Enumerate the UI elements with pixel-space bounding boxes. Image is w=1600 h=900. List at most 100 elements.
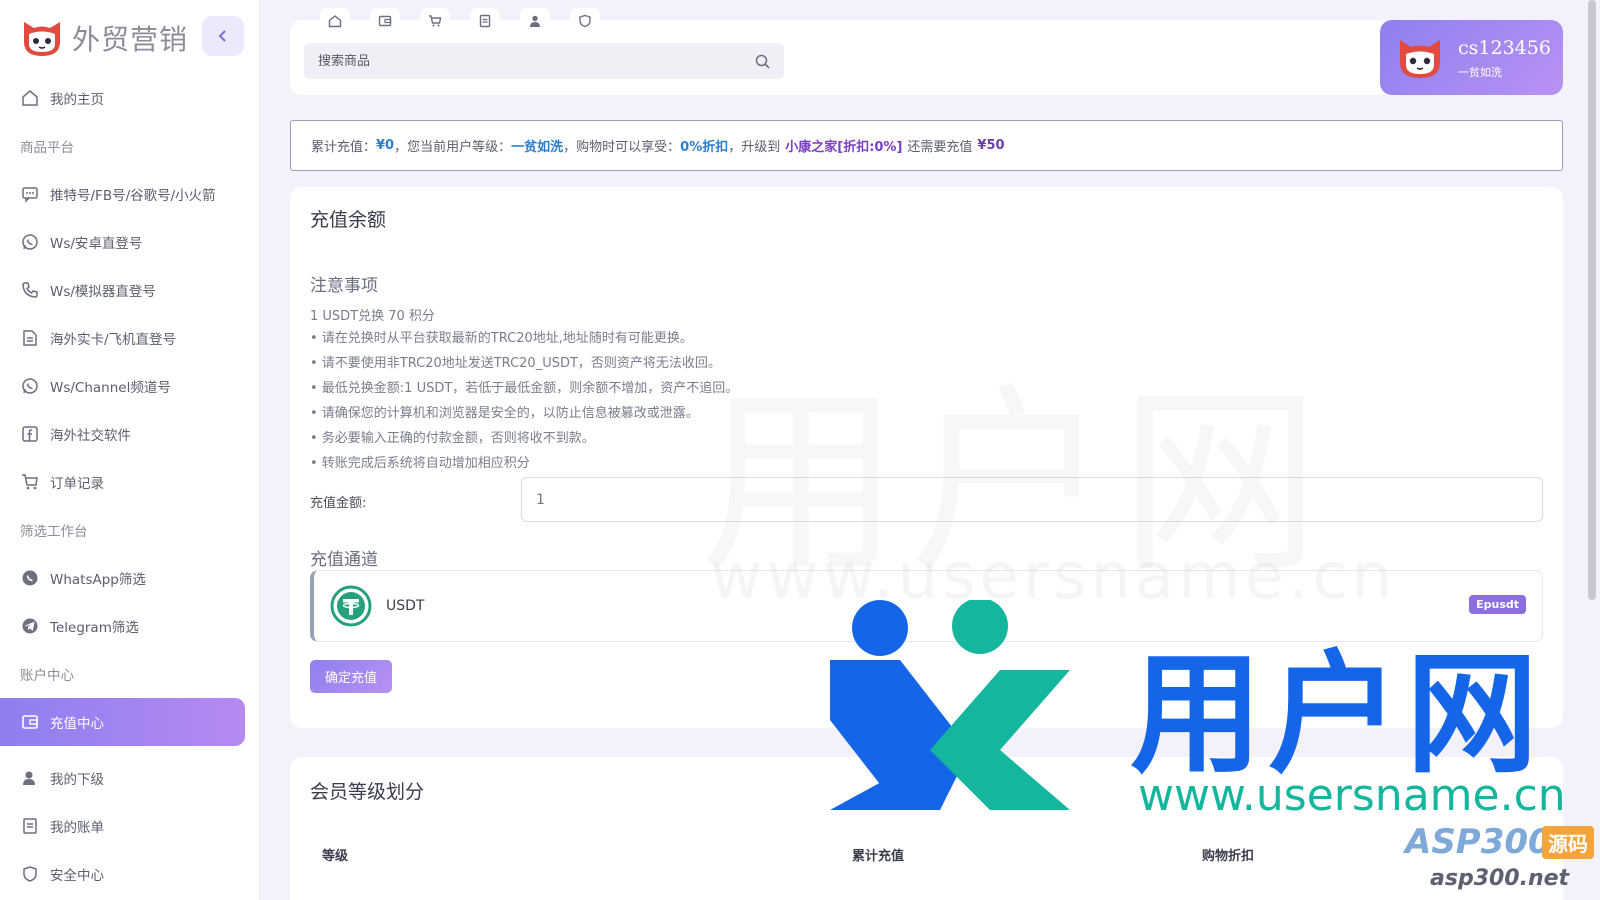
telegram-icon xyxy=(20,616,40,636)
channel-option-usdt[interactable]: USDT Epusdt xyxy=(310,570,1543,642)
sidebar-item-home[interactable]: 我的主页 xyxy=(0,74,260,122)
channel-badge: Epusdt xyxy=(1469,595,1526,614)
quick-wallet-button[interactable] xyxy=(370,8,400,34)
quick-shield-button[interactable] xyxy=(570,8,600,34)
sidebar-item-security[interactable]: 安全中心 xyxy=(0,850,260,898)
sidebar-item-orders[interactable]: 订单记录 xyxy=(0,458,260,506)
recharge-notice-bar: 累计充值： ¥0 ，您当前用户等级： 一贫如洗 ，购物时可以享受： 0%折扣 ，… xyxy=(290,120,1563,171)
sidebar-item-social-accounts[interactable]: 推特号/FB号/谷歌号/小火箭 xyxy=(0,170,260,218)
sidebar-item-label: WhatsApp筛选 xyxy=(50,572,146,588)
quick-user-button[interactable] xyxy=(520,8,550,34)
username: cs123456 xyxy=(1458,36,1551,59)
user-level: 一贫如洗 xyxy=(1458,65,1502,79)
quick-home-button[interactable] xyxy=(320,8,350,34)
notice-text: 还需要充值 xyxy=(907,140,973,155)
nav-section-products: 商品平台 xyxy=(20,140,74,156)
wallet-icon xyxy=(20,712,40,732)
channel-title: 充值通道 xyxy=(310,550,378,570)
sidebar-item-label: Ws/Channel频道号 xyxy=(50,380,171,396)
note-item: • 转账完成后系统将自动增加相应积分 xyxy=(310,456,530,471)
nav-section-filter: 筛选工作台 xyxy=(20,524,88,540)
note-item: • 请确保您的计算机和浏览器是安全的，以防止信息被篡改或泄露。 xyxy=(310,406,699,421)
search-icon[interactable] xyxy=(755,54,770,69)
sidebar-item-ws-android[interactable]: Ws/安卓直登号 xyxy=(0,218,260,266)
note-item: • 最低兑换金额:1 USDT，若低于最低金额，则余额不增加，资产不追回。 xyxy=(310,381,739,396)
sidebar-item-label: Ws/模拟器直登号 xyxy=(50,284,156,300)
sidebar-item-label: 海外社交软件 xyxy=(50,428,131,444)
quick-bill-button[interactable] xyxy=(470,8,500,34)
shield-icon xyxy=(20,864,40,884)
sidebar-item-label: 我的账单 xyxy=(50,820,104,836)
cat-logo-icon xyxy=(24,22,60,56)
notice-text: ，购物时可以享受： xyxy=(563,140,681,155)
notes-title: 注意事项 xyxy=(310,276,378,296)
user-info: cs123456 一贫如洗 xyxy=(1458,36,1551,80)
recharge-title: 充值余额 xyxy=(310,209,387,231)
message-icon xyxy=(20,184,40,204)
whatsapp-filled-icon xyxy=(20,568,40,588)
wallet-icon xyxy=(378,15,392,27)
sidebar-item-recharge[interactable]: 充值中心 xyxy=(0,698,245,746)
column-header-total-recharge: 累计充值 xyxy=(852,849,905,864)
notice-current-level: 一贫如洗 xyxy=(511,140,564,155)
sidebar-item-subordinates[interactable]: 我的下级 xyxy=(0,754,260,802)
page-scrollbar[interactable] xyxy=(1588,0,1596,600)
confirm-recharge-button[interactable]: 确定充值 xyxy=(310,660,392,693)
user-profile-card[interactable]: cs123456 一贫如洗 xyxy=(1380,20,1563,95)
sidebar-item-bills[interactable]: 我的账单 xyxy=(0,802,260,850)
search-box xyxy=(304,43,784,79)
sidebar-item-label: 推特号/FB号/谷歌号/小火箭 xyxy=(50,188,216,204)
notice-discount: 0%折扣 xyxy=(680,140,729,155)
whatsapp-icon xyxy=(20,376,40,396)
cart-icon xyxy=(20,472,40,492)
bill-icon xyxy=(479,14,491,28)
top-bar xyxy=(290,8,1563,95)
user-icon xyxy=(530,15,540,27)
user-icon xyxy=(20,768,40,788)
tether-icon xyxy=(330,585,372,627)
home-icon xyxy=(328,15,342,28)
notice-amount-needed: ¥50 xyxy=(977,138,1005,153)
sidebar-item-label: 海外实卡/飞机直登号 xyxy=(50,332,177,348)
sidebar-item-label: Telegram筛选 xyxy=(50,620,139,636)
notice-next-level: 小康之家[折扣:0%] xyxy=(785,140,903,155)
notice-text: 累计充值： xyxy=(311,140,377,155)
phone-icon xyxy=(20,280,40,300)
brand[interactable]: 外贸营销 xyxy=(20,14,188,62)
exchange-rate: 1 USDT兑换 70 积分 xyxy=(310,309,435,324)
cat-avatar-icon xyxy=(1400,39,1440,78)
sidebar-item-label: 我的主页 xyxy=(50,92,104,108)
notice-total-recharge: ¥0 xyxy=(376,138,395,153)
sidebar-item-label: 充值中心 xyxy=(50,716,104,732)
sidebar-item-whatsapp-filter[interactable]: WhatsApp筛选 xyxy=(0,554,260,602)
whatsapp-icon xyxy=(20,232,40,252)
nav-section-account: 账户中心 xyxy=(20,668,74,684)
notice-text: ，您当前用户等级： xyxy=(394,140,512,155)
amount-label: 充值金额: xyxy=(310,496,367,511)
sidebar-item-ws-emulator[interactable]: Ws/模拟器直登号 xyxy=(0,266,260,314)
facebook-icon xyxy=(20,424,40,444)
brand-name: 外贸营销 xyxy=(72,23,189,56)
amount-input[interactable] xyxy=(521,477,1543,522)
sidebar-item-telegram-filter[interactable]: Telegram筛选 xyxy=(0,602,260,650)
sidebar-item-label: 我的下级 xyxy=(50,772,104,788)
column-header-discount: 购物折扣 xyxy=(1202,849,1255,864)
sidebar-nav: 我的主页 商品平台 推特号/FB号/谷歌号/小火箭 Ws/安卓直登号 Ws/模拟… xyxy=(0,74,260,898)
document-icon xyxy=(20,328,40,348)
collapse-sidebar-button[interactable] xyxy=(202,16,244,56)
quick-cart-button[interactable] xyxy=(420,8,450,34)
search-input[interactable] xyxy=(318,53,755,69)
note-item: • 务必要输入正确的付款金额，否则将收不到款。 xyxy=(310,431,595,446)
recharge-card: 充值余额 注意事项 1 USDT兑换 70 积分 • 请在兑换时从平台获取最新的… xyxy=(290,187,1563,728)
shield-icon xyxy=(579,14,591,28)
notes-list: • 请在兑换时从平台获取最新的TRC20地址,地址随时有可能更换。 • 请不要使… xyxy=(310,326,738,476)
bill-icon xyxy=(20,816,40,836)
sidebar-item-sim-card[interactable]: 海外实卡/飞机直登号 xyxy=(0,314,260,362)
note-item: • 请在兑换时从平台获取最新的TRC20地址,地址随时有可能更换。 xyxy=(310,331,693,346)
sidebar-item-ws-channel[interactable]: Ws/Channel频道号 xyxy=(0,362,260,410)
notice-text: ，升级到 xyxy=(728,140,781,155)
cart-icon xyxy=(429,15,442,27)
channel-name: USDT xyxy=(386,598,425,614)
sidebar-item-social-software[interactable]: 海外社交软件 xyxy=(0,410,260,458)
column-header-level: 等级 xyxy=(322,849,349,864)
